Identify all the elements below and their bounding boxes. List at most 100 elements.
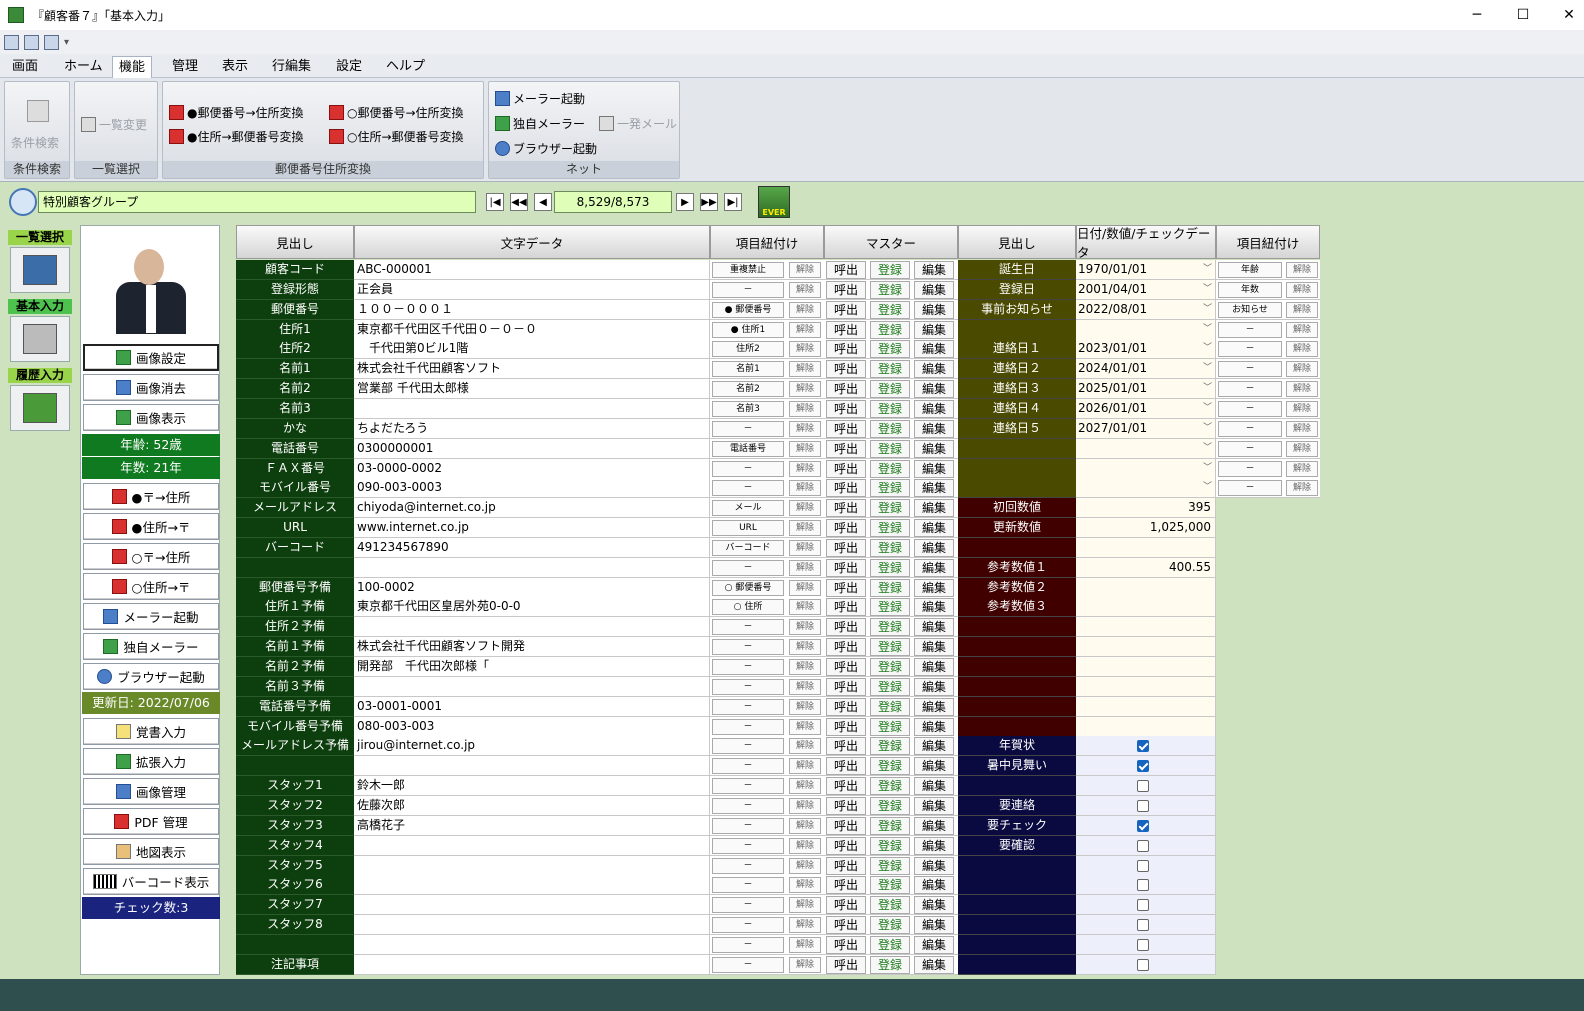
field-text-input[interactable] [354,756,710,777]
number-field-input[interactable] [1076,637,1216,658]
checkbox[interactable] [1137,839,1149,852]
zip-to-address-primary-button[interactable]: ●郵便番号→住所変換 [169,104,304,121]
edit-master-button[interactable]: 編集 [914,399,954,418]
customer-group-field[interactable]: 特別顧客グループ [38,191,476,213]
field-text-input[interactable]: 東京都千代田区千代田０－０－０ [354,319,710,340]
edit-master-button[interactable]: 編集 [914,380,954,399]
dropdown-arrow-icon[interactable]: ﹀ [1203,439,1212,458]
edit-master-button[interactable]: 編集 [914,697,954,716]
call-master-button[interactable]: 呼出 [826,737,866,756]
field-text-input[interactable]: 営業部 千代田太郎様 [354,379,710,400]
field-text-input[interactable] [354,617,710,638]
edit-master-button[interactable]: 編集 [914,538,954,557]
browser-launch-side-button[interactable]: ブラウザー起動 [83,663,219,690]
release-button[interactable]: 解除 [789,639,821,656]
call-master-button[interactable]: 呼出 [826,836,866,855]
date-field-input[interactable]: 2023/01/01 ﹀ [1076,339,1216,360]
item-link-select[interactable]: お知らせ [1218,301,1282,318]
item-link-select[interactable]: － [712,718,784,735]
release-button[interactable]: 解除 [1286,262,1318,278]
item-link-select[interactable]: － [712,897,784,914]
call-master-button[interactable]: 呼出 [826,558,866,577]
edit-master-button[interactable]: 編集 [914,499,954,518]
checkbox[interactable] [1137,958,1149,971]
register-master-button[interactable]: 登録 [870,896,910,915]
call-master-button[interactable]: 呼出 [826,896,866,915]
edit-master-button[interactable]: 編集 [914,519,954,538]
release-button[interactable]: 解除 [789,659,821,675]
item-link-select[interactable]: － [712,460,784,477]
call-master-button[interactable]: 呼出 [826,499,866,518]
edit-master-button[interactable]: 編集 [914,419,954,438]
mailer-launch-button[interactable]: メーラー起動 [495,90,585,107]
register-master-button[interactable]: 登録 [870,618,910,637]
edit-master-button[interactable]: 編集 [914,578,954,597]
field-text-input[interactable]: 100-0002 [354,577,710,598]
field-text-input[interactable] [354,398,710,419]
item-link-select[interactable]: － [712,877,784,894]
edit-master-button[interactable]: 編集 [914,876,954,895]
call-master-button[interactable]: 呼出 [826,638,866,657]
date-field-input[interactable]: 1970/01/01 ﹀ [1076,260,1216,280]
field-text-input[interactable] [354,855,710,876]
field-text-input[interactable]: 株式会社千代田顧客ソフト [354,359,710,380]
number-field-input[interactable] [1076,696,1216,717]
number-field-input[interactable] [1076,617,1216,638]
release-button[interactable]: 解除 [789,281,821,298]
register-master-button[interactable]: 登録 [870,916,910,935]
item-link-select[interactable]: － [1218,420,1282,437]
edit-master-button[interactable]: 編集 [914,658,954,676]
field-text-input[interactable]: 正会員 [354,279,710,300]
zip-to-address-secondary-button[interactable]: ○郵便番号→住所変換 [329,104,464,121]
call-master-button[interactable]: 呼出 [826,757,866,776]
register-master-button[interactable]: 登録 [870,340,910,359]
image-show-button[interactable]: 画像表示 [83,404,219,431]
release-button[interactable]: 解除 [789,599,821,616]
custom-mailer-side-button[interactable]: 独自メーラー [83,633,219,660]
checkbox[interactable] [1137,740,1149,753]
number-field-input[interactable]: 400.55 [1076,557,1216,578]
item-link-select[interactable]: － [712,639,784,656]
item-link-select[interactable]: 年数 [1218,281,1282,298]
maximize-button[interactable]: ☐ [1500,0,1546,30]
call-master-button[interactable]: 呼出 [826,796,866,815]
field-text-input[interactable]: 03-0000-0002 [354,458,710,479]
register-master-button[interactable]: 登録 [870,479,910,498]
register-master-button[interactable]: 登録 [870,360,910,379]
call-master-button[interactable]: 呼出 [826,439,866,458]
register-master-button[interactable]: 登録 [870,399,910,418]
item-link-select[interactable]: ○ 住所 [712,599,784,616]
field-text-input[interactable]: 491234567890 [354,537,710,558]
zip-to-address-primary-side-button[interactable]: ●〒→住所 [83,483,219,510]
item-link-select[interactable]: － [1218,321,1282,338]
prev-page-button[interactable]: ◀◀ [510,193,528,211]
register-master-button[interactable]: 登録 [870,638,910,657]
register-master-button[interactable]: 登録 [870,499,910,518]
edit-master-button[interactable]: 編集 [914,916,954,935]
release-button[interactable]: 解除 [789,718,821,735]
checkbox[interactable] [1137,760,1149,773]
preview-icon[interactable] [44,34,59,50]
date-field-input[interactable]: 2001/04/01 ﹀ [1076,279,1216,300]
item-link-select[interactable]: 住所2 [712,341,784,358]
item-link-select[interactable]: － [1218,480,1282,497]
register-master-button[interactable]: 登録 [870,935,910,954]
item-link-select[interactable]: ○ 郵便番号 [712,579,784,596]
dropdown-arrow-icon[interactable]: ﹀ [1203,459,1212,478]
item-link-select[interactable]: － [712,917,784,934]
field-text-input[interactable]: ABC-000001 [354,260,710,280]
item-link-select[interactable]: － [712,837,784,854]
last-record-button[interactable]: ▶| [724,193,742,211]
register-master-button[interactable]: 登録 [870,955,910,974]
release-button[interactable]: 解除 [789,738,821,755]
item-link-select[interactable]: － [1218,341,1282,358]
item-link-select[interactable]: － [712,659,784,675]
call-master-button[interactable]: 呼出 [826,816,866,835]
release-button[interactable]: 解除 [789,797,821,814]
tab-help[interactable]: ヘルプ [380,56,431,78]
checkbox[interactable] [1137,899,1149,912]
next-record-button[interactable]: ▶ [676,193,694,211]
item-link-select[interactable]: メール [712,500,784,517]
call-master-button[interactable]: 呼出 [826,935,866,954]
register-master-button[interactable]: 登録 [870,578,910,597]
